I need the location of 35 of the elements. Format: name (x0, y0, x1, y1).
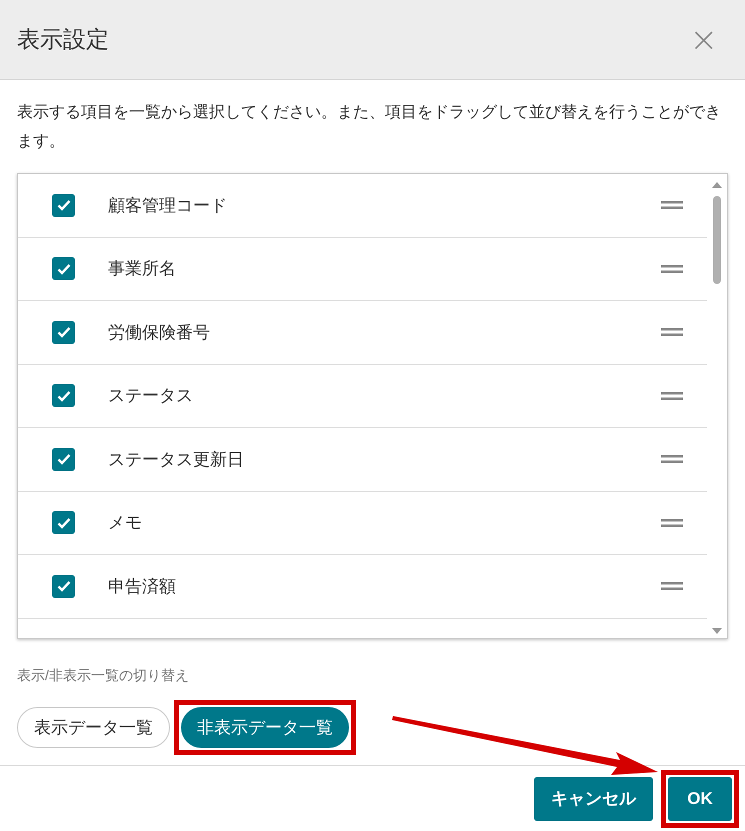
checkbox[interactable] (52, 511, 75, 534)
list-toggle-button[interactable]: 表示データ一覧 (17, 707, 170, 748)
list-item[interactable]: 労働保険番号 (18, 301, 707, 364)
list-item[interactable]: 事業所名 (18, 238, 707, 301)
drag-handle-icon[interactable] (661, 582, 683, 590)
description-text: 表示する項目を一覧から選択してください。また、項目をドラッグして並び替えを行うことができます。 (16, 102, 722, 152)
drag-handle-icon[interactable] (661, 518, 683, 527)
checkbox[interactable] (52, 320, 75, 344)
item-label: 労働保険番号 (108, 322, 211, 344)
drag-handle-icon[interactable] (661, 264, 683, 273)
item-label: 申告済額 (108, 576, 177, 598)
list-item[interactable]: 顧客管理コード (18, 174, 707, 238)
item-label: ステータス更新日 (108, 448, 245, 470)
list-item[interactable]: ステータス (18, 364, 707, 428)
item-label: 事業所名 (108, 258, 177, 280)
cancel-button[interactable]: キャンセル (534, 777, 653, 821)
drag-handle-icon[interactable] (661, 455, 683, 464)
item-label: メモ (108, 512, 143, 534)
drag-handle-icon[interactable] (661, 392, 683, 400)
item-label: ステータス (108, 385, 194, 407)
toggle-caption: 表示/非表示一覧の切り替え (16, 666, 190, 685)
item-label: 顧客管理コード (108, 194, 228, 216)
ok-button[interactable]: OK (668, 777, 732, 821)
list-toggle-button[interactable]: 非表示データ一覧 (181, 707, 349, 748)
checkbox[interactable] (52, 257, 75, 280)
checkbox[interactable] (52, 574, 75, 598)
list-item[interactable]: ステータス更新日 (18, 428, 707, 492)
checkbox[interactable] (52, 448, 75, 471)
drag-handle-icon[interactable] (661, 328, 683, 336)
list-item[interactable]: メモ (18, 492, 707, 555)
dialog-title: 表示設定 (17, 25, 109, 54)
list-item[interactable]: 申告済額 (18, 555, 707, 618)
drag-handle-icon[interactable] (661, 201, 683, 210)
checkbox[interactable] (52, 384, 75, 408)
checkbox[interactable] (52, 194, 75, 217)
